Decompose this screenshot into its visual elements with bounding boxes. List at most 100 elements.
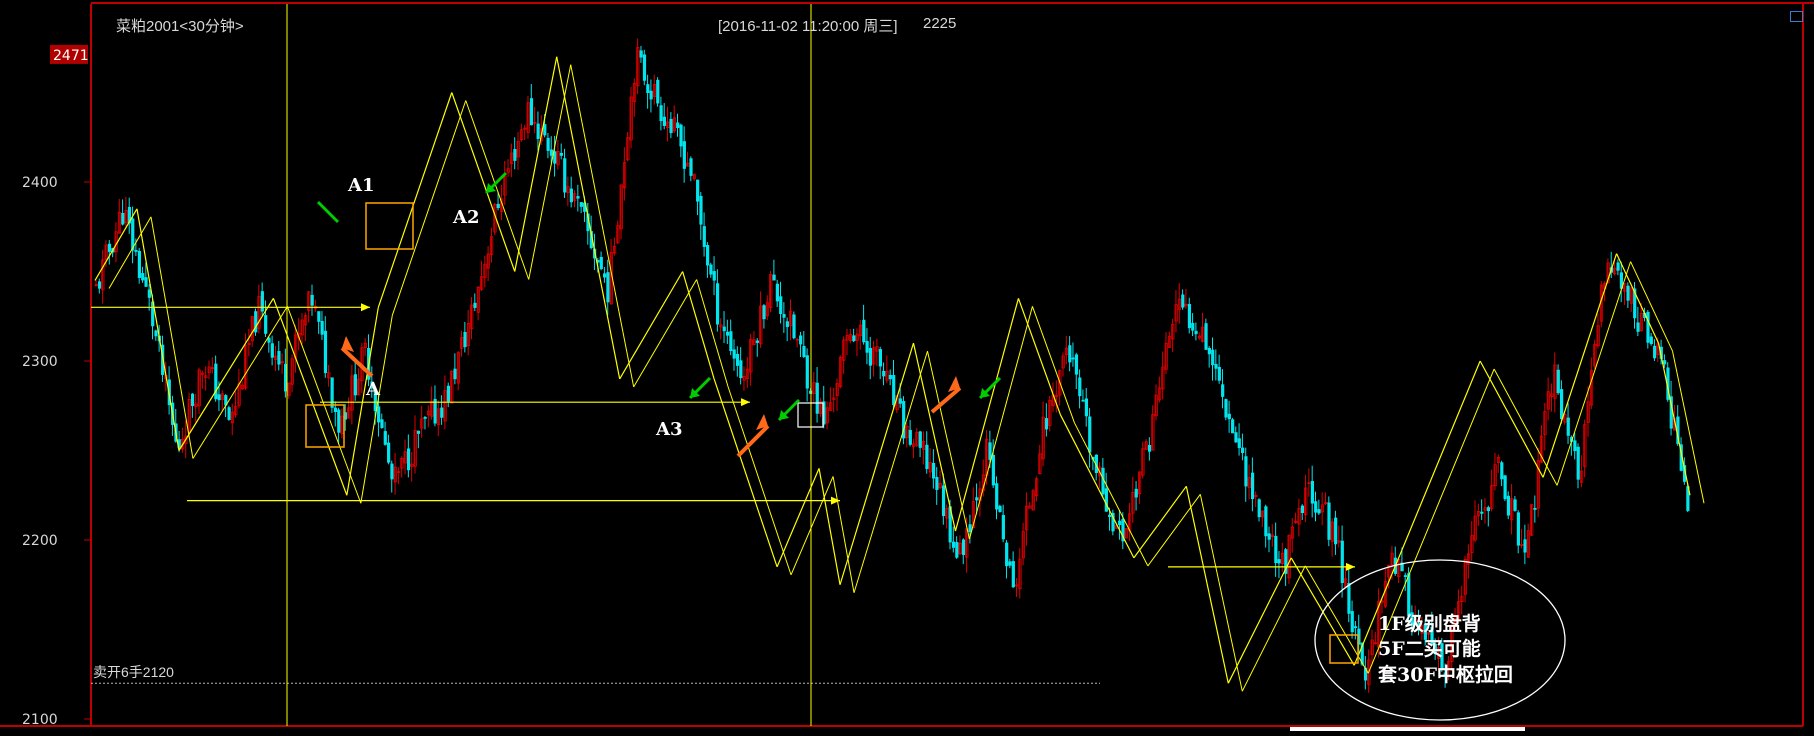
zigzag-segment <box>272 298 348 496</box>
candle-body <box>147 289 151 298</box>
candle-body <box>925 444 929 469</box>
candle-body <box>1566 417 1570 436</box>
candle-body <box>323 330 328 374</box>
candle-body <box>1636 322 1640 332</box>
candle-body <box>941 485 946 517</box>
candle-body <box>1264 506 1268 537</box>
candle-body <box>131 218 135 251</box>
parallel-segment <box>696 279 729 388</box>
candle-body <box>815 382 819 414</box>
candle-body <box>725 331 730 336</box>
candle-body <box>121 212 125 225</box>
candle-body <box>337 409 341 433</box>
candle-body <box>888 374 892 380</box>
green-arrow-icon <box>777 398 801 422</box>
cursor-datetime: [2016-11-02 11:20:00 周三] <box>718 18 898 35</box>
candle-body <box>606 272 610 303</box>
parallel-segment <box>1556 261 1632 486</box>
candle-body <box>559 152 564 156</box>
candle-body <box>868 347 873 366</box>
candle-body <box>1237 438 1241 449</box>
candle-body <box>1234 432 1238 443</box>
candle-body <box>931 462 936 479</box>
candle-body <box>1310 480 1314 504</box>
candle-body <box>1663 360 1667 365</box>
zigzag-segment <box>1185 486 1229 684</box>
candle-body <box>599 256 603 270</box>
candle-body <box>1108 514 1112 518</box>
candle-body <box>1334 517 1338 545</box>
candle-body <box>543 124 547 136</box>
candle-body <box>775 283 779 302</box>
candle-body <box>1506 495 1511 516</box>
zigzag-segment <box>619 271 684 380</box>
candle-body <box>1486 507 1491 512</box>
zigzag-segment <box>1479 360 1544 478</box>
candle-body <box>918 431 922 448</box>
orange-arrow-icon <box>736 414 770 458</box>
parallel-segment <box>570 64 635 387</box>
candle-body <box>646 84 650 93</box>
candle-body <box>529 98 534 126</box>
candle-body <box>882 370 886 377</box>
candle-body <box>270 343 274 358</box>
candle-body <box>1556 369 1560 394</box>
candle-body <box>709 264 713 275</box>
candle-body <box>1227 413 1231 420</box>
candle-body <box>968 524 972 533</box>
zigzag-segment <box>178 298 274 451</box>
candle-body <box>689 158 693 176</box>
candle-body <box>1191 322 1195 331</box>
candle-body <box>190 393 195 406</box>
candle-body <box>1300 505 1305 514</box>
candle-body <box>908 429 912 445</box>
chart-area[interactable]: 2100 2200 2300 2400 2471 A1 A2 A A3 1F级别盘背 5F二买可能套… <box>0 0 1814 731</box>
candle-body <box>1616 262 1620 271</box>
candle-body <box>141 273 145 281</box>
candle-body <box>1340 540 1344 584</box>
high-price-label: 2471 <box>53 48 89 64</box>
candle-body <box>546 137 550 151</box>
candle-body <box>669 118 673 134</box>
candle-body <box>865 341 869 353</box>
parallel-segment <box>926 350 970 540</box>
candle-body <box>951 541 956 548</box>
candle-body <box>1104 488 1108 512</box>
window-restore-icon[interactable] <box>1790 11 1803 22</box>
scrollbar-thumb[interactable] <box>1290 727 1525 731</box>
candle-body <box>264 315 268 334</box>
candle-body <box>772 274 776 281</box>
candle-body <box>1078 377 1082 397</box>
candle-body <box>1214 363 1218 369</box>
label-A: A <box>365 379 381 400</box>
green-arrow-icon <box>688 376 712 400</box>
parallel-segment <box>633 279 698 388</box>
candle-body <box>387 442 391 463</box>
candle-body <box>696 179 700 202</box>
candle-body <box>1231 419 1235 434</box>
level-arrowhead <box>741 398 750 407</box>
zigzag-segment <box>377 92 453 308</box>
candle-body <box>1513 499 1517 511</box>
candle-body <box>1500 462 1504 480</box>
candle-body <box>579 202 583 207</box>
candle-body <box>1044 418 1049 430</box>
candle-body <box>1573 440 1577 452</box>
candle-body <box>729 331 733 352</box>
candle-body <box>553 151 557 164</box>
level-arrowhead <box>831 496 840 505</box>
zigzag-segment <box>1017 298 1061 415</box>
zigzag-segment <box>451 92 516 272</box>
zigzag-segment <box>514 56 558 272</box>
candle-body <box>1081 399 1085 402</box>
candle-body <box>1503 475 1507 500</box>
kline-chart[interactable]: 2100 2200 2300 2400 2471 A1 A2 A A3 1F级别盘背5F二买可能套… <box>0 0 1814 731</box>
candle-body <box>878 349 883 367</box>
candle-body <box>649 90 653 100</box>
zigzag-segment <box>1227 557 1292 684</box>
candle-body <box>1560 389 1564 420</box>
candle-body <box>380 419 384 428</box>
candle-body <box>330 377 334 408</box>
candle-body <box>961 539 966 556</box>
candle-body <box>676 122 680 129</box>
